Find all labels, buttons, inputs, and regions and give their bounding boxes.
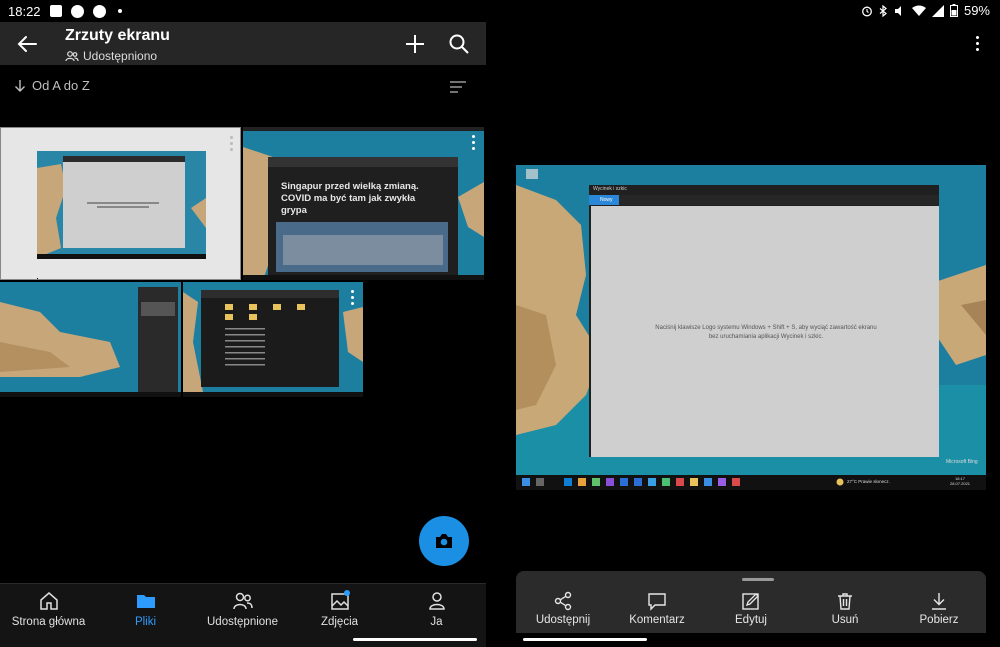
- more-options-icon[interactable]: [472, 135, 476, 150]
- download-label: Pobierz: [919, 614, 959, 626]
- files-pane: 18:22 Zrzuty ekranu Udostępniono Od A do…: [0, 0, 486, 647]
- nav-me[interactable]: Ja: [388, 590, 485, 628]
- nav-home-label: Strona główna: [11, 616, 86, 628]
- gesture-bar[interactable]: [353, 638, 477, 641]
- shared-indicator: Udostępniono: [65, 49, 157, 63]
- person-icon: [428, 592, 445, 610]
- mute-icon: [894, 5, 901, 16]
- status-bar-right: 59%: [861, 3, 990, 18]
- news-icon: [49, 5, 62, 17]
- snip-window-title: Wycinek i szkic: [593, 186, 627, 192]
- share-label: Udostępnij: [535, 614, 591, 626]
- nav-photos[interactable]: Zdjęcia: [291, 590, 388, 628]
- home-icon: [39, 592, 58, 610]
- sheet-handle[interactable]: [742, 578, 774, 581]
- search-icon[interactable]: [448, 33, 470, 55]
- photo-icon: [330, 590, 350, 610]
- snip-hint-message: Naciśnij klawisze Logo systemu Windows +…: [655, 325, 877, 340]
- comment-label: Komentarz: [629, 614, 685, 626]
- nav-home[interactable]: Strona główna: [0, 590, 97, 628]
- facebook-icon: [92, 4, 106, 18]
- bing-watermark: Microsoft Bing: [946, 459, 978, 465]
- gesture-bar[interactable]: [523, 638, 647, 641]
- shared-label: Udostępniono: [83, 49, 158, 63]
- folder-icon: [136, 595, 155, 608]
- preview-pane: 59% Wycinek i szkic Nowy Naciśnij klawis…: [486, 0, 1000, 647]
- bluetooth-icon: [879, 4, 887, 17]
- trash-icon: [838, 593, 852, 610]
- people-icon: [65, 51, 79, 62]
- thumbnail-1[interactable]: [0, 127, 241, 280]
- edit-label: Edytuj: [735, 614, 767, 626]
- wifi-icon: [911, 5, 926, 16]
- share-icon: [554, 591, 572, 611]
- thumbnail-2[interactable]: Singapur przed wielką zmianą. COVID ma b…: [243, 127, 484, 280]
- arrow-down-icon: [15, 79, 25, 92]
- download-button[interactable]: Pobierz: [892, 591, 986, 626]
- thumbnail-4[interactable]: [183, 282, 363, 397]
- nav-shared[interactable]: Udostępnione: [194, 590, 291, 628]
- nav-files-label: Pliki: [134, 616, 157, 628]
- edit-icon: [742, 593, 759, 610]
- folder-title: Zrzuty ekranu: [65, 27, 170, 44]
- add-icon[interactable]: [404, 33, 426, 55]
- nav-shared-label: Udostępnione: [207, 616, 278, 628]
- status-time: 18:22: [8, 3, 41, 19]
- share-button[interactable]: Udostępnij: [516, 591, 610, 626]
- comment-icon: [648, 593, 666, 611]
- clock-date: 28.07.2021: [950, 481, 971, 486]
- messenger-icon: [70, 4, 84, 18]
- more-notifications-icon: [117, 9, 122, 13]
- list-view-icon[interactable]: [449, 80, 467, 94]
- edit-button[interactable]: Edytuj: [704, 591, 798, 626]
- thumbnail-image: [37, 151, 206, 279]
- download-icon: [932, 593, 946, 610]
- battery-icon: [949, 4, 958, 17]
- nav-me-label: Ja: [430, 616, 443, 628]
- action-sheet: Udostępnij Komentarz Edytuj Usuń Pobierz: [516, 571, 986, 633]
- more-options-icon[interactable]: [351, 290, 355, 305]
- back-arrow-icon[interactable]: [14, 32, 42, 56]
- screenshot-preview[interactable]: Wycinek i szkic Nowy Naciśnij klawisze L…: [516, 165, 986, 490]
- new-snip-tab[interactable]: Nowy: [600, 197, 613, 203]
- signal-icon: [931, 4, 944, 17]
- thumbnail-image: [0, 287, 181, 397]
- thumbnail-image: [183, 290, 363, 397]
- delete-button[interactable]: Usuń: [798, 591, 892, 626]
- camera-icon: [436, 534, 452, 548]
- article-headline: Singapur przed wielką zmianą. COVID ma b…: [281, 181, 419, 216]
- more-options-icon[interactable]: [230, 136, 234, 151]
- comment-button[interactable]: Komentarz: [610, 591, 704, 626]
- alarm-icon: [862, 6, 872, 16]
- sort-label: Od A do Z: [32, 78, 90, 93]
- thumbnail-3[interactable]: [0, 282, 181, 397]
- people-icon: [232, 592, 253, 610]
- camera-fab[interactable]: [419, 516, 469, 566]
- delete-label: Usuń: [831, 614, 859, 626]
- status-bar: 18:22: [0, 0, 486, 22]
- nav-photos-label: Zdjęcia: [320, 616, 359, 628]
- battery-level: 59%: [963, 3, 990, 18]
- nav-files[interactable]: Pliki: [97, 590, 194, 628]
- sort-control[interactable]: Od A do Z: [14, 78, 90, 93]
- more-options-icon[interactable]: [976, 36, 982, 52]
- taskbar-weather: 27°C Prawie słonecz.: [847, 479, 890, 484]
- taskbar-clock: 18:17 28.07.2021: [950, 476, 970, 486]
- app-header: Zrzuty ekranu Udostępniono: [0, 22, 486, 65]
